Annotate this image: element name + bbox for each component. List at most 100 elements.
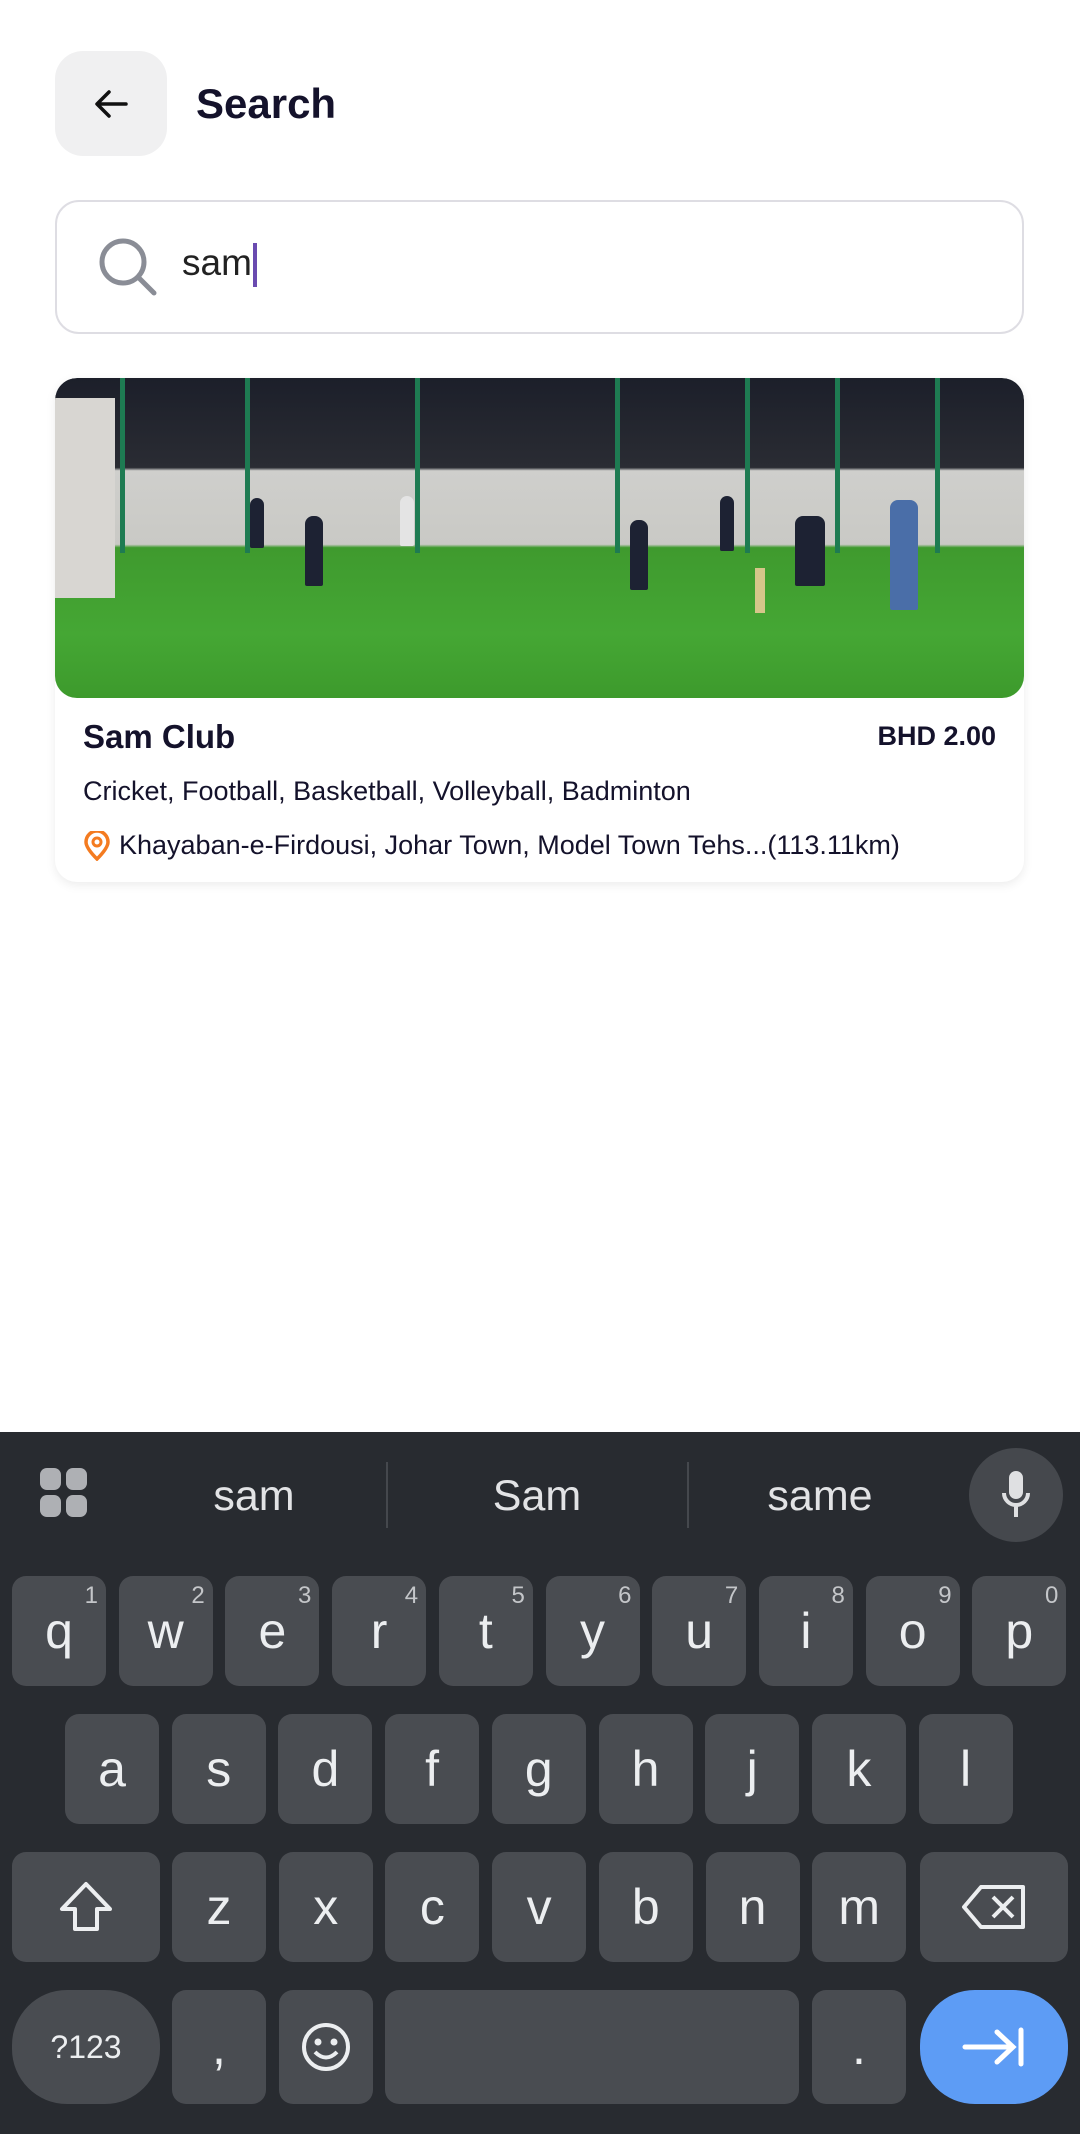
key-hint: 7: [724, 1582, 739, 1609]
symbols-key[interactable]: ?123: [12, 1990, 160, 2104]
key-hint: 8: [831, 1582, 845, 1609]
soft-keyboard: sam Sam same q1w2e3r4t5y6u7i8o9p0asdfghj…: [0, 1432, 1080, 2134]
search-input[interactable]: sam: [55, 200, 1024, 334]
back-button[interactable]: [55, 51, 167, 156]
key-o[interactable]: o9: [865, 1576, 960, 1686]
key-s[interactable]: s: [171, 1714, 266, 1824]
key-label: m: [838, 1879, 881, 1935]
key-label: ,: [212, 2019, 226, 2075]
key-e[interactable]: e3: [225, 1576, 320, 1686]
divider: [687, 1462, 689, 1528]
key-n[interactable]: n: [705, 1852, 800, 1962]
emoji-key[interactable]: [279, 1990, 373, 2104]
enter-key[interactable]: [920, 1990, 1068, 2104]
key-label: u: [685, 1603, 714, 1659]
key-label: j: [746, 1741, 758, 1797]
key-c[interactable]: c: [385, 1852, 480, 1962]
key-f[interactable]: f: [385, 1714, 480, 1824]
key-label: x: [313, 1879, 339, 1935]
venue-address: Khayaban-e-Firdousi, Johar Town, Model T…: [83, 830, 900, 861]
key-hint: 4: [404, 1582, 419, 1609]
key-hint: 1: [84, 1582, 98, 1609]
key-a[interactable]: a: [65, 1714, 159, 1824]
key-label: z: [206, 1879, 232, 1935]
arrow-left-icon: [95, 89, 128, 118]
key-label: ?123: [50, 2028, 122, 2065]
key-label: w: [147, 1603, 184, 1659]
key-label: d: [311, 1741, 340, 1797]
backspace-key[interactable]: [920, 1852, 1068, 1962]
key-hint: 0: [1044, 1582, 1059, 1609]
venue-sports: Cricket, Football, Basketball, Volleybal…: [83, 776, 691, 806]
key-label: h: [631, 1741, 660, 1797]
page-title: Search: [196, 80, 337, 127]
address-text: Khayaban-e-Firdousi, Johar Town, Model T…: [119, 830, 900, 860]
key-i[interactable]: i8: [758, 1576, 853, 1686]
key-label: .: [852, 2019, 866, 2075]
space-key[interactable]: [385, 1990, 799, 2104]
key-v[interactable]: v: [492, 1852, 587, 1962]
venue-price: BHD 2.00: [877, 721, 996, 751]
key-j[interactable]: j: [705, 1714, 800, 1824]
key-label: e: [258, 1603, 287, 1659]
key-hint: 2: [191, 1582, 205, 1609]
shift-icon: [60, 1882, 112, 1931]
microphone-button[interactable]: [969, 1448, 1063, 1542]
key-label: y: [580, 1603, 605, 1659]
key-q[interactable]: q1: [12, 1576, 106, 1686]
key-t[interactable]: t5: [438, 1576, 533, 1686]
key-label: g: [524, 1741, 553, 1797]
apps-grid-icon[interactable]: [40, 1468, 88, 1518]
backspace-icon: [962, 1885, 1025, 1929]
key-label: o: [898, 1603, 927, 1659]
key-label: p: [1005, 1603, 1034, 1659]
key-r[interactable]: r4: [332, 1576, 427, 1686]
key-label: q: [45, 1603, 73, 1659]
key-hint: 6: [618, 1582, 632, 1609]
key-label: c: [419, 1879, 445, 1935]
key-hint: 3: [298, 1582, 312, 1609]
location-pin-icon: [84, 830, 110, 861]
key-label: s: [206, 1741, 232, 1797]
tab-next-icon: [962, 2027, 1024, 2067]
search-value: sam: [182, 242, 252, 283]
key-p[interactable]: p0: [972, 1576, 1067, 1686]
key-label: k: [846, 1741, 872, 1797]
key-label: i: [800, 1603, 812, 1659]
key-label: v: [526, 1879, 552, 1935]
key-label: n: [738, 1879, 767, 1935]
key-label: b: [631, 1879, 660, 1935]
key-d[interactable]: d: [278, 1714, 373, 1824]
key-z[interactable]: z: [172, 1852, 266, 1962]
suggestion-3[interactable]: same: [690, 1472, 950, 1521]
key-label: t: [478, 1603, 493, 1659]
key-y[interactable]: y6: [545, 1576, 640, 1686]
divider: [386, 1462, 388, 1528]
key-label: a: [98, 1741, 126, 1797]
microphone-icon: [1002, 1471, 1030, 1517]
key-label: r: [370, 1603, 388, 1659]
suggestion-1[interactable]: sam: [124, 1472, 384, 1521]
key-h[interactable]: h: [598, 1714, 693, 1824]
key-hint: 5: [511, 1582, 525, 1609]
key-b[interactable]: b: [598, 1852, 693, 1962]
period-key[interactable]: .: [812, 1990, 906, 2104]
venue-name: Sam Club: [83, 718, 236, 755]
shift-key[interactable]: [12, 1852, 160, 1962]
key-m[interactable]: m: [812, 1852, 907, 1962]
key-k[interactable]: k: [811, 1714, 906, 1824]
key-label: l: [960, 1741, 972, 1797]
key-label: f: [425, 1741, 440, 1797]
venue-photo: [55, 378, 1024, 698]
key-w[interactable]: w2: [118, 1576, 213, 1686]
key-g[interactable]: g: [491, 1714, 586, 1824]
key-hint: 9: [938, 1582, 952, 1609]
result-card[interactable]: Sam Club BHD 2.00 Cricket, Football, Bas…: [55, 378, 1024, 882]
comma-key[interactable]: ,: [172, 1990, 266, 2104]
search-icon: [99, 238, 157, 296]
key-l[interactable]: l: [918, 1714, 1013, 1824]
key-x[interactable]: x: [278, 1852, 373, 1962]
emoji-icon: [302, 2023, 350, 2071]
suggestion-2[interactable]: Sam: [407, 1472, 667, 1521]
key-u[interactable]: u7: [652, 1576, 747, 1686]
